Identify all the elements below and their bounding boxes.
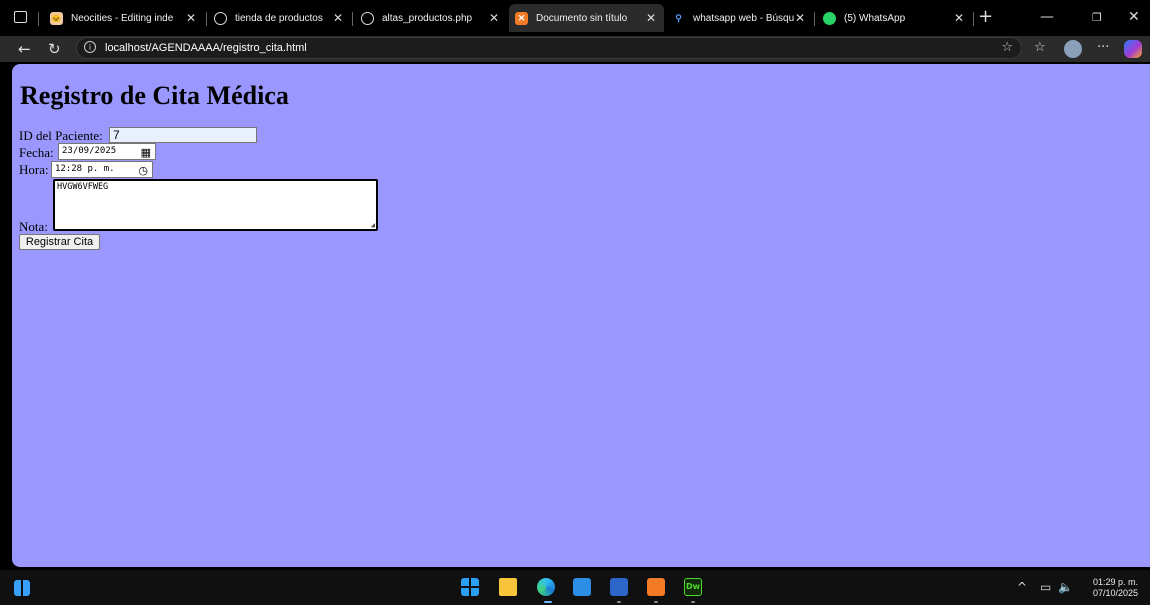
tab-whatsapp-search[interactable]: ⚲ whatsapp web - Búsqu ✕ [666,4,813,32]
patient-id-label: ID del Paciente: [19,128,103,143]
tab-actions-icon[interactable] [14,11,27,23]
tab-separator [206,12,207,26]
network-icon[interactable]: ▭ [1040,580,1051,594]
neocities-cat-icon: 🐱 [50,11,63,25]
date-label: Fecha: [19,145,54,160]
copilot-icon[interactable] [1124,40,1142,58]
calendar-icon[interactable]: ▦ [141,145,151,160]
refresh-icon[interactable]: ↻ [48,40,61,58]
time-input[interactable]: 12:28 p. m. ◷ [51,161,153,178]
tab-label: tienda de productos [235,12,323,24]
tab-label: altas_productos.php [382,12,473,24]
store-icon[interactable] [573,578,591,596]
resize-grip-icon[interactable]: ◢ [371,221,375,229]
whatsapp-icon [823,11,836,25]
register-appointment-button[interactable]: Registrar Cita [19,234,100,250]
xampp-icon: ✕ [515,11,528,25]
widgets-icon[interactable] [14,580,30,596]
restore-icon[interactable]: ❐ [1092,11,1102,24]
file-explorer-icon[interactable] [499,578,517,596]
note-label: Nota: [19,219,48,234]
back-icon[interactable]: ← [18,40,31,58]
tab-label: Neocities - Editing inde [71,12,174,24]
address-bar-row: ← ↻ i localhost/AGENDAAAA/registro_cita.… [0,36,1150,62]
tab-strip: 🐱 Neocities - Editing inde ✕ tienda de p… [0,0,1150,36]
tab-separator [814,12,815,26]
word-icon[interactable] [610,578,628,596]
minimize-icon[interactable]: — [1040,9,1054,25]
note-textarea[interactable]: HVGW6VFWEG ◢ [53,179,378,231]
new-tab-icon[interactable]: + [978,6,993,27]
close-icon[interactable]: ✕ [489,11,499,25]
address-bar[interactable]: i localhost/AGENDAAAA/registro_cita.html… [76,37,1022,59]
tab-separator [352,12,353,26]
tab-separator [38,12,39,26]
date-input[interactable]: 23/09/2025 ▦ [58,143,156,160]
system-clock[interactable]: 01:29 p. m. 07/10/2025 [1093,577,1138,599]
active-app-indicator [544,601,552,603]
close-icon[interactable]: ✕ [646,11,656,25]
globe-icon [214,11,227,25]
tab-tienda[interactable]: tienda de productos ✕ [208,4,351,32]
time-label: Hora: [19,162,49,177]
info-icon[interactable]: i [84,41,96,53]
tab-neocities[interactable]: 🐱 Neocities - Editing inde ✕ [44,4,204,32]
windows-start-icon[interactable] [461,578,479,596]
app-indicator [617,601,621,603]
search-icon: ⚲ [675,12,682,23]
favorite-star-icon[interactable]: ☆ [1001,40,1013,55]
more-options-icon[interactable]: ··· [1097,40,1109,55]
show-hidden-icons-icon[interactable]: ^ [1017,580,1027,594]
edge-icon[interactable] [537,578,555,596]
patient-id-input[interactable]: 7 [109,127,257,143]
close-icon[interactable]: ✕ [333,11,343,25]
clock-icon[interactable]: ◷ [138,163,148,178]
tab-label: whatsapp web - Búsqu [693,12,795,24]
tab-label: (5) WhatsApp [844,12,906,24]
url-text[interactable]: localhost/AGENDAAAA/registro_cita.html [105,42,307,54]
dreamweaver-icon[interactable]: Dw [684,578,702,596]
close-icon[interactable]: ✕ [954,11,964,25]
xampp-icon[interactable] [647,578,665,596]
profile-avatar[interactable] [1064,40,1082,58]
volume-icon[interactable]: 🔈 [1058,580,1073,594]
globe-icon [361,11,374,25]
clock-date: 07/10/2025 [1092,588,1138,598]
page-viewport: Registro de Cita Médica ID del Paciente:… [12,64,1150,567]
app-indicator [654,601,658,603]
tab-documento[interactable]: ✕ Documento sin título ✕ [509,4,664,32]
close-window-icon[interactable]: ✕ [1128,9,1140,25]
date-value: 23/09/2025 [62,146,117,156]
tab-label: Documento sin título [536,12,628,24]
time-value: 12:28 p. m. [55,164,115,174]
taskbar: Dw ^ ▭ 🔈 01:29 p. m. 07/10/2025 [0,570,1150,605]
favorites-icon[interactable]: ☆ [1034,40,1046,55]
tab-separator [973,12,974,26]
app-indicator [691,601,695,603]
close-icon[interactable]: ✕ [795,11,805,25]
clock-time: 01:29 p. m. [1092,577,1138,587]
note-value: HVGW6VFWEG [57,182,109,192]
tab-altas[interactable]: altas_productos.php ✕ [355,4,507,32]
page-title: Registro de Cita Médica [20,81,289,110]
tab-whatsapp[interactable]: (5) WhatsApp ✕ [817,4,972,32]
close-icon[interactable]: ✕ [186,11,196,25]
